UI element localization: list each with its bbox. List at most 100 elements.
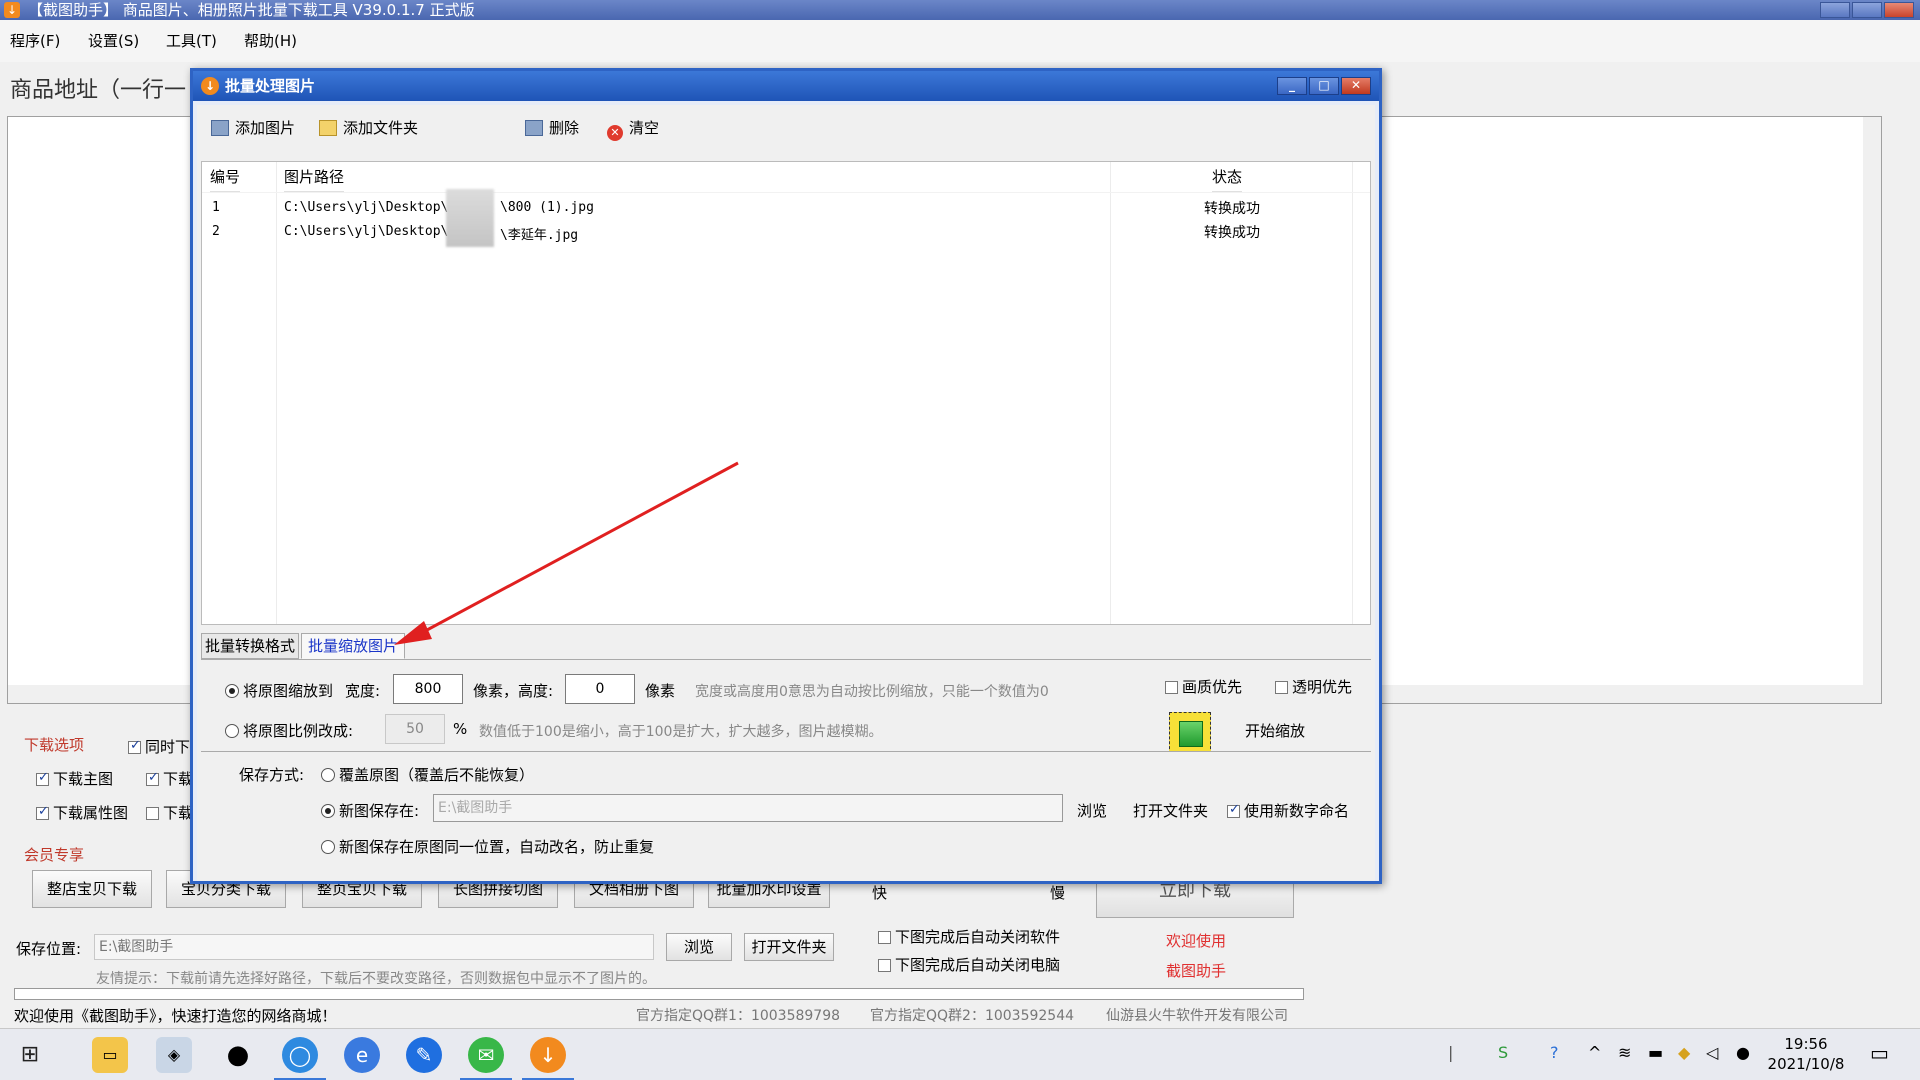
security-icon[interactable]: ◆: [1678, 1043, 1690, 1062]
auto-close-software-checkbox[interactable]: 下图完成后自动关闭软件: [878, 926, 1060, 947]
url-label: 商品地址（一行一: [10, 78, 187, 103]
overwrite-option[interactable]: 覆盖原图（覆盖后不能恢复）: [321, 764, 534, 785]
tab-batch-convert[interactable]: 批量转换格式: [201, 633, 299, 659]
menu-program[interactable]: 程序(F): [10, 30, 60, 51]
numeric-name-checkbox[interactable]: 使用新数字命名: [1227, 800, 1349, 821]
folder-icon: [319, 120, 337, 136]
file-explorer-icon[interactable]: ▭: [92, 1037, 128, 1073]
checkbox-icon: [1227, 802, 1240, 818]
auto-shutdown-checkbox[interactable]: 下图完成后自动关闭电脑: [878, 954, 1060, 975]
ratio-option[interactable]: 将原图比例改成:: [225, 720, 353, 741]
menu-settings[interactable]: 设置(S): [88, 30, 139, 51]
qq-group-2: 官方指定QQ群2：1003592544: [870, 1008, 1075, 1024]
add-image-button[interactable]: 添加图片: [211, 117, 295, 138]
percent-sign: %: [453, 720, 468, 738]
download-attribute-image-checkbox[interactable]: 下载属性图: [36, 802, 128, 823]
save-new-option[interactable]: 新图保存在:: [321, 800, 419, 821]
dialog-close-button[interactable]: ✕: [1341, 77, 1371, 95]
save-location-label: 保存位置:: [16, 940, 82, 958]
status-text: 转换成功: [1204, 201, 1260, 217]
pixel-height-label: 像素，高度:: [473, 682, 554, 700]
member-label: 会员专享: [24, 846, 85, 864]
column-header-number[interactable]: 编号: [210, 162, 241, 192]
save-mode-label: 保存方式:: [239, 766, 305, 784]
chevron-up-icon[interactable]: ^: [1588, 1043, 1601, 1062]
clear-x-icon: ✕: [607, 125, 623, 141]
image-icon: [211, 120, 229, 136]
friendly-tip: 友情提示：下载前请先选择好路径，下载后不要改变路径，否则数据包中显示不了图片的。: [96, 971, 656, 987]
open-folder-button[interactable]: 打开文件夹: [744, 933, 834, 961]
feather-app-icon[interactable]: ✎: [406, 1037, 442, 1073]
progress-bar: [14, 988, 1304, 1000]
browse-button[interactable]: 浏览: [666, 933, 732, 961]
screenshot-helper-icon[interactable]: ↓: [522, 1037, 574, 1080]
save-path-input[interactable]: E:\截图助手: [433, 794, 1063, 822]
checkbox-icon: [146, 770, 159, 786]
minimize-button[interactable]: [1820, 2, 1850, 18]
transparent-first-checkbox[interactable]: 透明优先: [1275, 676, 1352, 697]
start-resize-button[interactable]: 开始缩放: [1245, 720, 1305, 741]
resize-panel: 将原图缩放到 宽度: 800 像素，高度: 0 像素 宽度或高度用0意思为自动按…: [201, 659, 1371, 754]
height-input[interactable]: 0: [565, 674, 635, 704]
ratio-hint: 数值低于100是缩小，高于100是扩大，扩大越多，图片越模糊。: [479, 724, 883, 740]
image-file-table[interactable]: 编号 图片路径 状态 1 C:\Users\ylj\Desktop\ \800 …: [201, 161, 1371, 625]
checkbox-icon: [1165, 681, 1178, 694]
download-checkbox-2[interactable]: 下载: [146, 768, 193, 789]
qq-group-1: 官方指定QQ群1：1003589798: [636, 1008, 841, 1024]
dialog-open-folder-button[interactable]: 打开文件夹: [1133, 800, 1208, 821]
whole-shop-download-button[interactable]: 整店宝贝下载: [32, 870, 152, 908]
start-resize-icon[interactable]: [1169, 712, 1211, 754]
radio-icon: [225, 724, 239, 738]
tray-separator-icon: |: [1448, 1043, 1454, 1062]
menu-tools[interactable]: 工具(T): [166, 30, 217, 51]
app-logo-icon: ↓: [4, 2, 20, 18]
qq-penguin-icon[interactable]: ●: [220, 1037, 256, 1073]
app-icon-1[interactable]: ◈: [156, 1037, 192, 1073]
same-location-option[interactable]: 新图保存在原图同一位置，自动改名，防止重复: [321, 836, 654, 857]
quality-first-checkbox[interactable]: 画质优先: [1165, 676, 1242, 697]
download-options-label: 下载选项: [24, 736, 85, 754]
tab-batch-resize[interactable]: 批量缩放图片: [301, 633, 405, 659]
percent-input[interactable]: 50: [385, 714, 445, 744]
resize-to-option[interactable]: 将原图缩放到: [225, 680, 333, 701]
checkbox-icon: [128, 738, 141, 754]
edge-icon[interactable]: e: [344, 1037, 380, 1073]
battery-icon[interactable]: ▬: [1648, 1043, 1663, 1062]
dialog-browse-button[interactable]: 浏览: [1077, 800, 1107, 821]
volume-icon[interactable]: ◁: [1706, 1043, 1718, 1062]
column-header-path[interactable]: 图片路径: [284, 162, 345, 192]
browser-icon[interactable]: ◯: [274, 1037, 326, 1080]
main-title-bar: ↓ 【截图助手】 商品图片、相册照片批量下载工具 V39.0.1.7 正式版: [0, 0, 1920, 20]
save-options-panel: 保存方式: 覆盖原图（覆盖后不能恢复） 新图保存在: E:\截图助手 浏览 打开…: [201, 751, 1371, 877]
dialog-title-bar: ↓ 批量处理图片 _ □ ✕: [193, 71, 1379, 101]
dialog-minimize-button[interactable]: _: [1277, 77, 1307, 95]
column-header-status[interactable]: 状态: [1212, 162, 1243, 192]
dialog-title: 批量处理图片: [225, 77, 316, 95]
speed-fast-label: 快: [872, 884, 888, 902]
checkbox-icon: [146, 807, 159, 820]
delete-button[interactable]: 删除: [525, 117, 579, 138]
notification-icon[interactable]: ▭: [1870, 1041, 1889, 1065]
help-icon[interactable]: ?: [1550, 1043, 1559, 1062]
download-main-image-checkbox[interactable]: 下载主图: [36, 768, 113, 789]
status-text: 转换成功: [1204, 225, 1260, 241]
save-location-input[interactable]: E:\截图助手: [94, 934, 654, 960]
dialog-maximize-button[interactable]: □: [1309, 77, 1339, 95]
close-button[interactable]: [1884, 2, 1914, 18]
add-folder-button[interactable]: 添加文件夹: [319, 117, 418, 138]
maximize-button[interactable]: [1852, 2, 1882, 18]
wechat-icon[interactable]: ✉: [460, 1037, 512, 1080]
download-checkbox-4[interactable]: 下载: [146, 802, 193, 823]
simultaneous-checkbox[interactable]: 同时下: [128, 736, 190, 757]
windows-start-icon[interactable]: ⊞: [12, 1037, 48, 1073]
menu-help[interactable]: 帮助(H): [244, 30, 297, 51]
qq-tray-icon[interactable]: ●: [1736, 1043, 1750, 1062]
width-input[interactable]: 800: [393, 674, 463, 704]
clock[interactable]: 19:56 2021/10/8: [1758, 1034, 1854, 1074]
dialog-toolbar: 添加图片 添加文件夹 删除 ✕ 清空: [197, 105, 1375, 153]
wifi-icon[interactable]: ≋: [1618, 1043, 1631, 1062]
vertical-scrollbar[interactable]: [1863, 117, 1881, 703]
tray-app-icon[interactable]: S: [1498, 1043, 1508, 1062]
redacted-area: [446, 189, 494, 247]
clear-button[interactable]: ✕ 清空: [607, 117, 659, 141]
